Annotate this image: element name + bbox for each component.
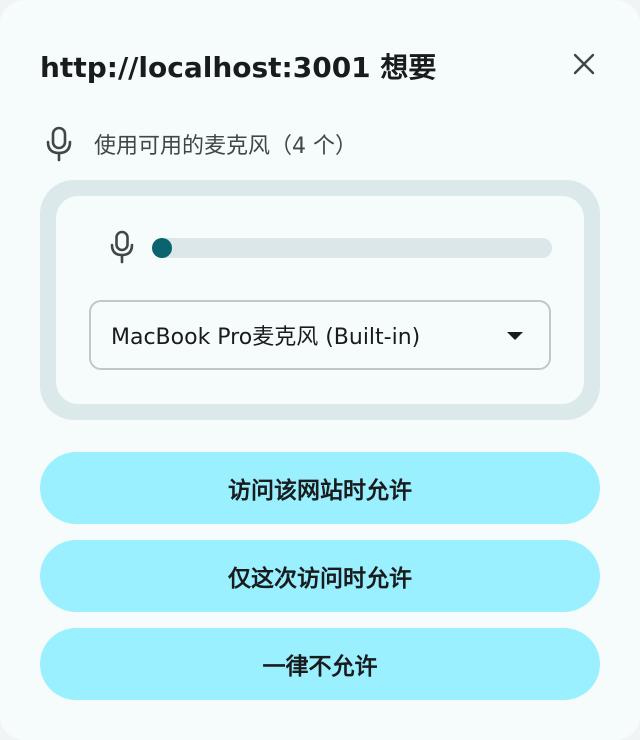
permission-dialog: http://localhost:3001 想要 使用可用的麦克风（4 个） M…: [0, 0, 640, 740]
allow-once-button[interactable]: 仅这次访问时允许: [40, 540, 600, 612]
selected-device: MacBook Pro麦克风 (Built-in): [111, 325, 421, 350]
input-level-indicator: [152, 238, 172, 258]
device-panel: MacBook Pro麦克风 (Built-in): [40, 180, 600, 420]
permission-label: 使用可用的麦克风（4 个）: [94, 134, 357, 159]
microphone-select[interactable]: MacBook Pro麦克风 (Built-in): [89, 300, 551, 370]
permission-row: 使用可用的麦克风（4 个）: [44, 124, 357, 164]
microphone-icon: [46, 126, 72, 162]
input-level-meter: [152, 238, 552, 258]
close-button[interactable]: [564, 44, 604, 84]
caret-down-icon: [507, 332, 523, 340]
dialog-title: http://localhost:3001 想要: [40, 51, 437, 84]
close-icon: [573, 53, 595, 75]
allow-site-button[interactable]: 访问该网站时允许: [40, 452, 600, 524]
never-allow-button[interactable]: 一律不允许: [40, 628, 600, 700]
device-card: MacBook Pro麦克风 (Built-in): [56, 196, 584, 404]
microphone-icon: [110, 230, 134, 264]
